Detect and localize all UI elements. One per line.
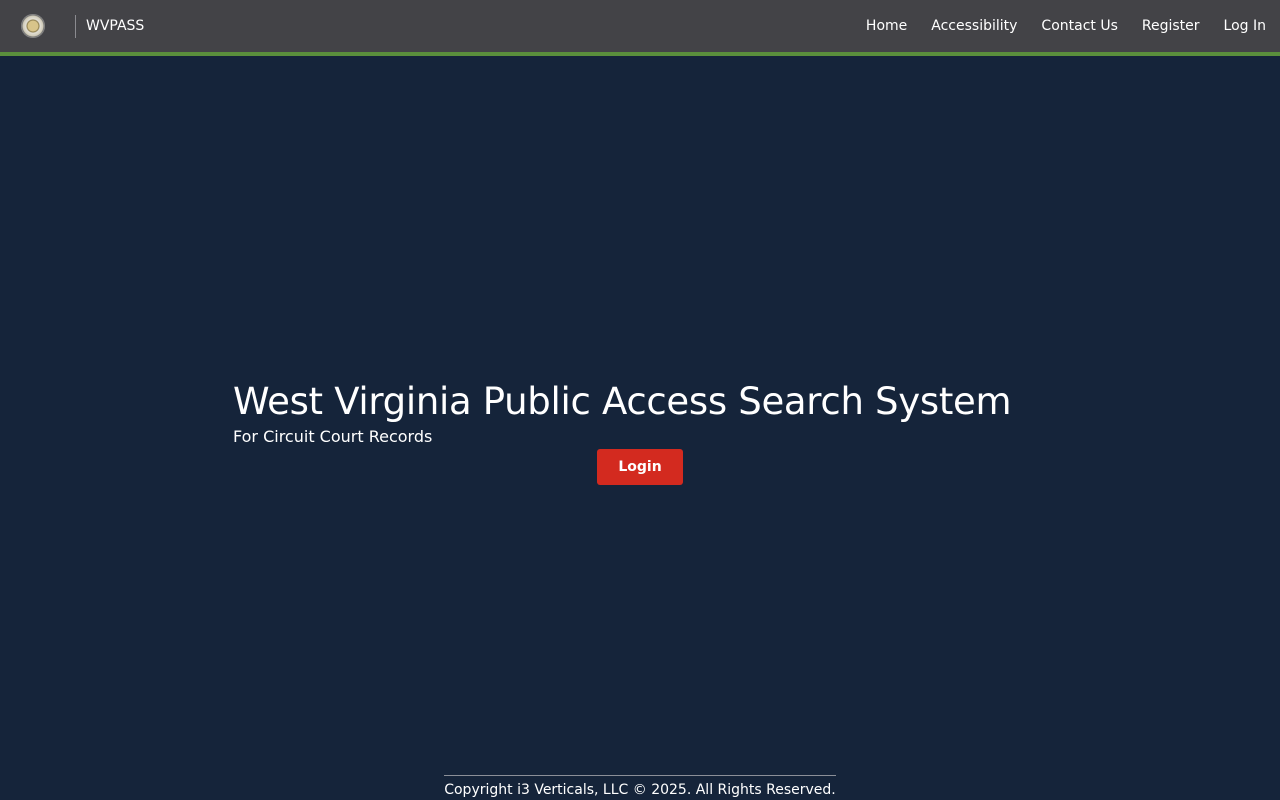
wv-state-seal-icon[interactable] [21,14,45,38]
hero-text: West Virginia Public Access Search Syste… [233,378,1053,446]
nav-log-in-link[interactable]: Log In [1224,17,1266,35]
page-title: West Virginia Public Access Search Syste… [233,380,1012,423]
header-divider [75,15,76,38]
main-nav: Home Accessibility Contact Us Register L… [866,17,1266,35]
footer-copyright: Copyright i3 Verticals, LLC © 2025. All … [444,775,836,799]
top-navigation-bar: WVPASS Home Accessibility Contact Us Reg… [0,0,1280,56]
nav-register-link[interactable]: Register [1142,17,1200,35]
nav-contact-us-link[interactable]: Contact Us [1041,17,1117,35]
nav-home-link[interactable]: Home [866,17,907,35]
page-subtitle: For Circuit Court Records [233,427,433,446]
login-button[interactable]: Login [597,449,683,485]
brand-name[interactable]: WVPASS [86,17,144,35]
nav-accessibility-link[interactable]: Accessibility [931,17,1017,35]
